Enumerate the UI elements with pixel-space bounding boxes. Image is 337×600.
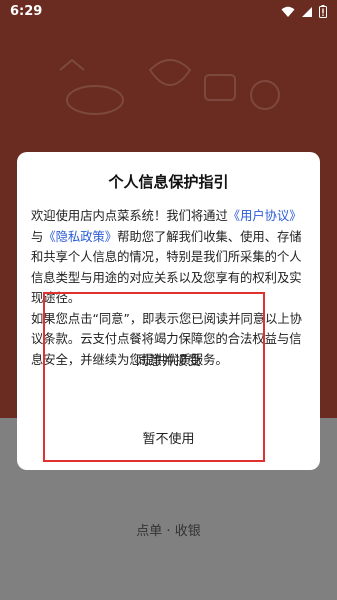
privacy-policy-link[interactable]: 《隐私政策》: [43, 230, 117, 244]
wifi-icon: [281, 6, 295, 17]
signal-icon: [302, 6, 312, 17]
body-text: 欢迎使用店内点菜系统！我们将通过: [31, 209, 228, 223]
decorative-food-illustration: [59, 58, 280, 115]
highlight-frame: [43, 292, 265, 462]
status-time: 6:29: [10, 4, 43, 19]
body-text: 与: [31, 229, 44, 244]
footer-text: 点单 · 收银: [136, 524, 201, 539]
user-agreement-link[interactable]: 《用户协议》: [228, 209, 302, 223]
status-bar: 6:29: [0, 0, 337, 24]
dialog-title: 个人信息保护指引: [108, 173, 229, 191]
battery-icon: [319, 5, 327, 18]
